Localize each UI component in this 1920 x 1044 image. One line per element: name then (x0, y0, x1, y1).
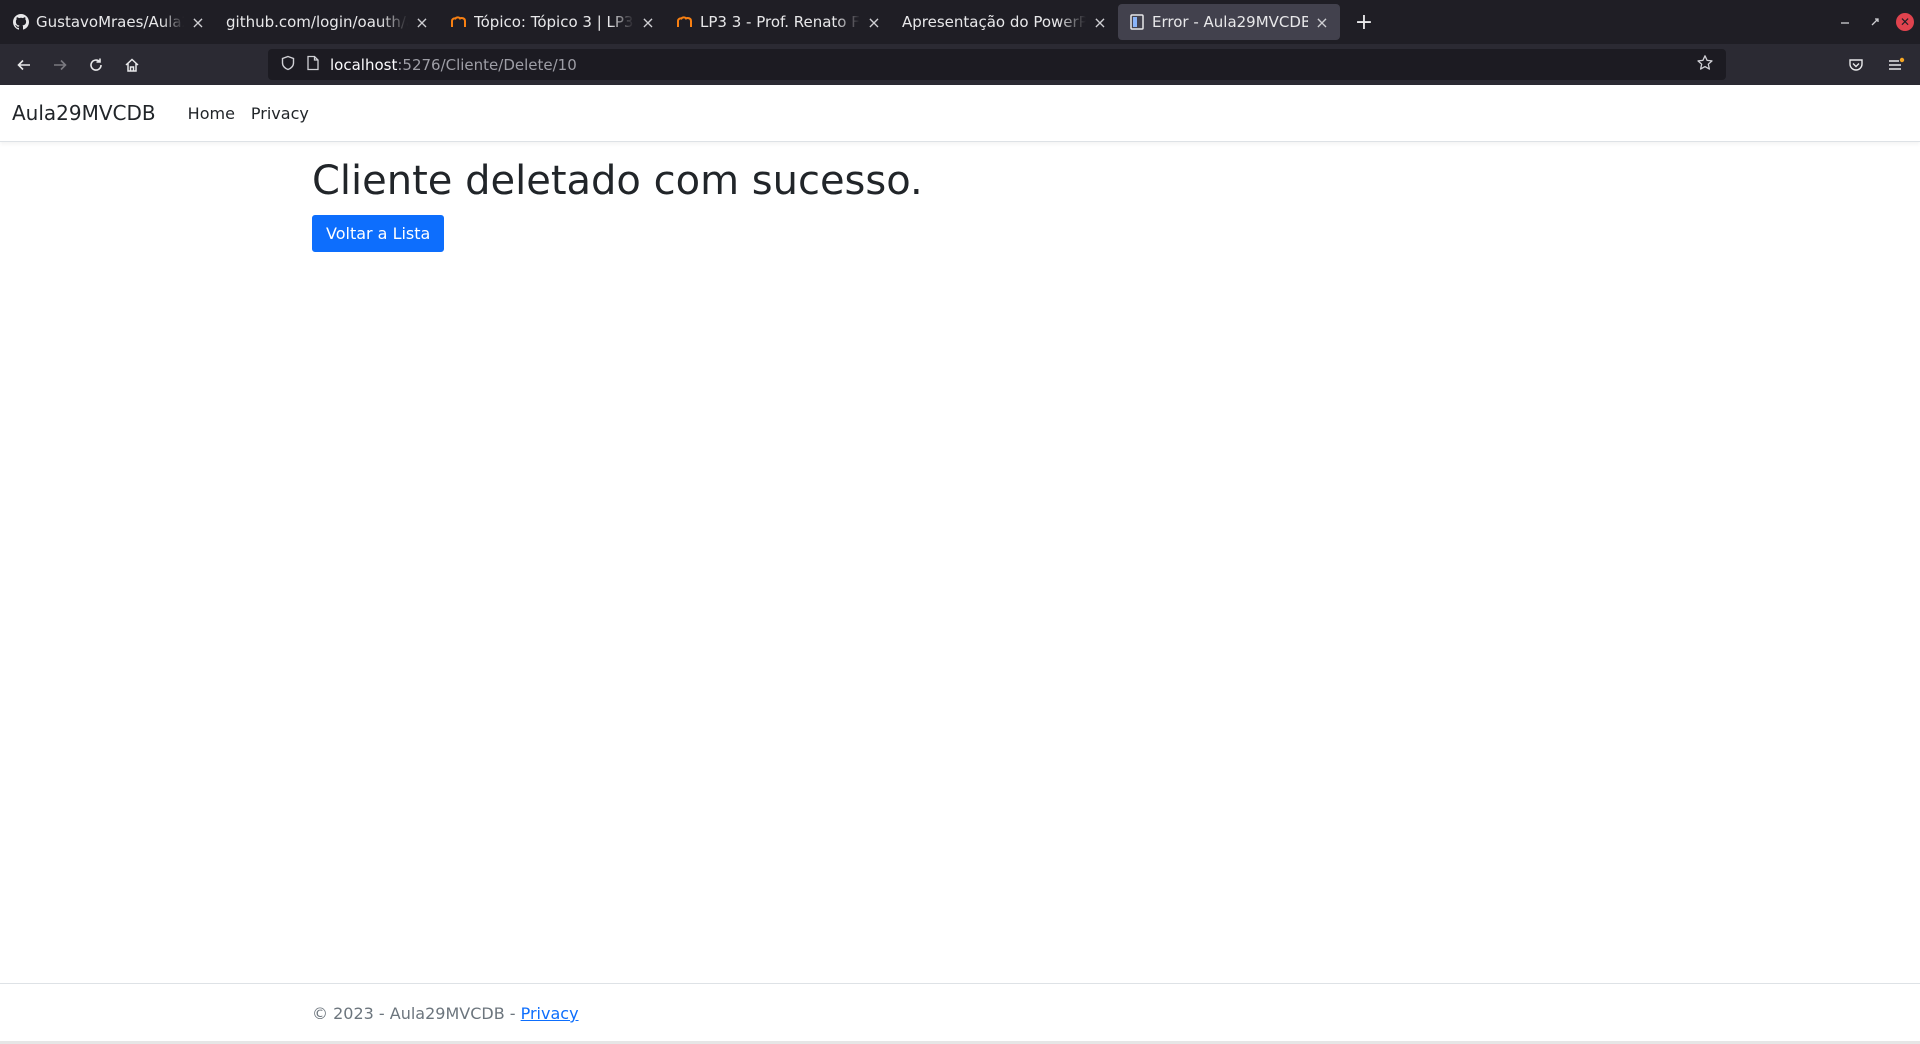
tab-title: GustavoMraes/Aula29MVCDB (36, 13, 184, 31)
window-controls: ✕ (1830, 0, 1920, 44)
tab-github-oauth[interactable]: github.com/login/oauth/authorize × (216, 4, 440, 40)
close-icon[interactable]: × (414, 13, 430, 32)
tab-github-repo[interactable]: GustavoMraes/Aula29MVCDB × (2, 4, 216, 40)
close-icon[interactable]: × (1092, 13, 1108, 32)
bookmark-star-icon[interactable] (1696, 54, 1714, 76)
page-info-icon[interactable] (306, 55, 320, 75)
nav-privacy-link[interactable]: Privacy (243, 96, 317, 131)
new-tab-button[interactable]: + (1344, 4, 1384, 40)
page-title: Cliente deletado com sucesso. (312, 158, 923, 204)
restore-icon[interactable] (1860, 7, 1890, 37)
footer-text: © 2023 - Aula29MVCDB - (312, 1004, 521, 1023)
tab-topico[interactable]: Tópico: Tópico 3 | LP3 3 × (440, 4, 666, 40)
menu-icon[interactable] (1878, 49, 1914, 81)
tab-title: LP3 3 - Prof. Renato Fernandes (700, 13, 860, 31)
tab-bar: GustavoMraes/Aula29MVCDB × github.com/lo… (0, 0, 1920, 44)
close-icon[interactable]: × (190, 13, 206, 32)
close-window-icon[interactable]: ✕ (1890, 7, 1920, 37)
tab-powerpoint[interactable]: Apresentação do PowerPoint × (892, 4, 1118, 40)
footer-privacy-link[interactable]: Privacy (521, 1004, 579, 1023)
reload-icon[interactable] (78, 49, 114, 81)
page-icon (1128, 13, 1146, 31)
moodle-icon (450, 13, 468, 31)
close-icon[interactable]: × (866, 13, 882, 32)
pocket-icon[interactable] (1838, 49, 1874, 81)
close-icon[interactable]: × (640, 13, 656, 32)
tab-title: Apresentação do PowerPoint (902, 13, 1086, 31)
forward-icon[interactable] (42, 49, 78, 81)
github-icon (12, 13, 30, 31)
back-icon[interactable] (6, 49, 42, 81)
tab-title: github.com/login/oauth/authorize (226, 13, 408, 31)
url-path: :5276/Cliente/Delete/10 (397, 55, 577, 74)
brand-link[interactable]: Aula29MVCDB (12, 101, 156, 125)
back-to-list-button[interactable]: Voltar a Lista (312, 215, 445, 252)
shield-icon[interactable] (280, 55, 296, 75)
site-footer: © 2023 - Aula29MVCDB - Privacy (0, 983, 1920, 1043)
minimize-icon[interactable] (1830, 7, 1860, 37)
address-bar[interactable]: localhost:5276/Cliente/Delete/10 (268, 49, 1726, 80)
tab-title: Error - Aula29MVCDB (1152, 13, 1308, 31)
main-content: Cliente deletado com sucesso. Voltar a L… (312, 157, 923, 252)
home-icon[interactable] (114, 49, 150, 81)
tab-title: Tópico: Tópico 3 | LP3 3 (474, 13, 634, 31)
web-page: Aula29MVCDB Home Privacy Cliente deletad… (0, 85, 1920, 1044)
site-navbar: Aula29MVCDB Home Privacy (0, 85, 1920, 142)
nav-home-link[interactable]: Home (180, 96, 243, 131)
tab-error-active[interactable]: Error - Aula29MVCDB × (1118, 4, 1340, 40)
tab-lp3[interactable]: LP3 3 - Prof. Renato Fernandes × (666, 4, 892, 40)
url-host: localhost (330, 55, 398, 74)
moodle-icon (676, 13, 694, 31)
close-icon[interactable]: × (1314, 13, 1330, 32)
browser-toolbar: localhost:5276/Cliente/Delete/10 (0, 44, 1920, 85)
